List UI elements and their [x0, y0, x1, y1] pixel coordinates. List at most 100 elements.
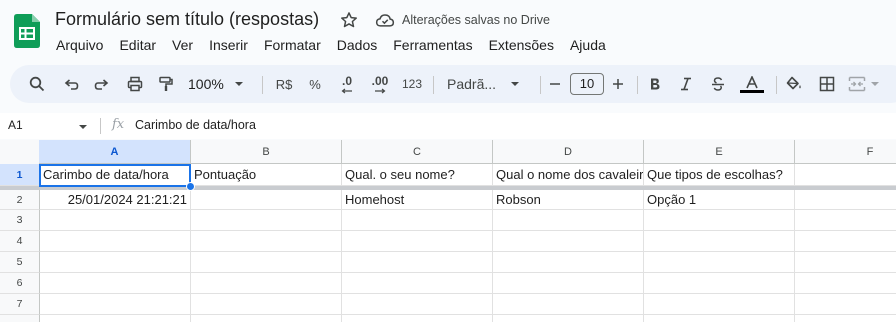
row-header-4[interactable]: 4: [0, 231, 40, 252]
cell-f7[interactable]: [795, 294, 896, 315]
fill-handle[interactable]: [186, 182, 195, 191]
column-header-a[interactable]: A: [39, 140, 191, 164]
cell-d6[interactable]: [493, 273, 644, 294]
cell-c5[interactable]: [342, 252, 493, 273]
cell-d7[interactable]: [493, 294, 644, 315]
cell-c8[interactable]: [342, 315, 493, 322]
cell-b4[interactable]: [191, 231, 342, 252]
cell-d1[interactable]: Qual o nome dos cavaleiros: [493, 164, 644, 186]
cell-f4[interactable]: [795, 231, 896, 252]
cell-a5[interactable]: [40, 252, 191, 273]
cell-e4[interactable]: [644, 231, 795, 252]
cell-e3[interactable]: [644, 210, 795, 231]
menu-dados[interactable]: Dados: [329, 35, 385, 57]
cell-c6[interactable]: [342, 273, 493, 294]
cell-b1[interactable]: Pontuação: [191, 164, 342, 186]
row-header-1[interactable]: 1: [0, 164, 40, 186]
cell-f5[interactable]: [795, 252, 896, 273]
cell-c1[interactable]: Qual. o seu nome?: [342, 164, 493, 186]
cell-d4[interactable]: [493, 231, 644, 252]
menu-extensoes[interactable]: Extensões: [481, 35, 562, 57]
cell-e2[interactable]: Opção 1: [644, 190, 795, 210]
menu-inserir[interactable]: Inserir: [201, 35, 256, 57]
cell-a3[interactable]: [40, 210, 191, 231]
star-icon[interactable]: [339, 10, 359, 30]
column-header-d[interactable]: D: [493, 140, 644, 164]
cell-a6[interactable]: [40, 273, 191, 294]
cell-f3[interactable]: [795, 210, 896, 231]
chevron-down-icon[interactable]: [78, 122, 88, 132]
bold-button[interactable]: [645, 65, 665, 103]
decrease-font-size-button[interactable]: [546, 65, 564, 103]
cell-e5[interactable]: [644, 252, 795, 273]
undo-button[interactable]: [60, 65, 82, 103]
document-title[interactable]: Formulário sem título (respostas): [55, 9, 319, 30]
cell-f1[interactable]: [795, 164, 896, 186]
cell-a4[interactable]: [40, 231, 191, 252]
google-sheets-logo-icon[interactable]: [14, 14, 40, 48]
cell-c2[interactable]: Homehost: [342, 190, 493, 210]
cell-e1[interactable]: Que tipos de escolhas?: [644, 164, 795, 186]
number-format-button[interactable]: 123: [400, 65, 424, 103]
print-button[interactable]: [124, 65, 146, 103]
currency-format-button[interactable]: R$: [272, 65, 296, 103]
cell-e8[interactable]: [644, 315, 795, 322]
save-status[interactable]: Alterações salvas no Drive: [402, 13, 550, 27]
menu-ajuda[interactable]: Ajuda: [562, 35, 614, 57]
cell-a2[interactable]: 25/01/2024 21:21:21: [40, 190, 191, 210]
menu-ferramentas[interactable]: Ferramentas: [385, 35, 480, 57]
cell-d2[interactable]: Robson: [493, 190, 644, 210]
zoom-select[interactable]: 100%: [188, 65, 258, 103]
cell-c3[interactable]: [342, 210, 493, 231]
cell-d8[interactable]: [493, 315, 644, 322]
column-header-f[interactable]: F: [795, 140, 896, 164]
fill-color-button[interactable]: [783, 65, 805, 103]
row-header-8[interactable]: [0, 315, 40, 322]
italic-button[interactable]: [676, 65, 696, 103]
row-header-6[interactable]: 6: [0, 273, 40, 294]
menu-formatar[interactable]: Formatar: [256, 35, 329, 57]
cell-e7[interactable]: [644, 294, 795, 315]
strikethrough-button[interactable]: [708, 65, 728, 103]
cell-a1[interactable]: Carimbo de data/hora: [40, 164, 191, 186]
font-family-select[interactable]: Padrã...: [447, 65, 525, 103]
cell-b6[interactable]: [191, 273, 342, 294]
cell-c7[interactable]: [342, 294, 493, 315]
column-header-b[interactable]: B: [191, 140, 342, 164]
borders-button[interactable]: [816, 65, 838, 103]
search-menus-button[interactable]: [26, 65, 48, 103]
merge-cells-button[interactable]: [848, 65, 886, 103]
cell-a8[interactable]: [40, 315, 191, 322]
name-box[interactable]: A1: [8, 118, 23, 132]
column-header-e[interactable]: E: [644, 140, 795, 164]
cell-c4[interactable]: [342, 231, 493, 252]
formula-input[interactable]: Carimbo de data/hora: [135, 118, 256, 132]
cell-b2[interactable]: [191, 190, 342, 210]
percent-format-button[interactable]: %: [305, 65, 325, 103]
decrease-decimals-button[interactable]: .0: [335, 65, 359, 103]
font-size-input[interactable]: 10: [570, 73, 604, 95]
cell-f2[interactable]: [795, 190, 896, 210]
cell-b3[interactable]: [191, 210, 342, 231]
increase-font-size-button[interactable]: [609, 65, 627, 103]
paint-format-button[interactable]: [155, 65, 177, 103]
increase-decimals-button[interactable]: .00: [366, 65, 394, 103]
cell-b8[interactable]: [191, 315, 342, 322]
menu-editar[interactable]: Editar: [111, 35, 164, 57]
cell-d5[interactable]: [493, 252, 644, 273]
text-color-button[interactable]: [739, 65, 765, 103]
cell-d3[interactable]: [493, 210, 644, 231]
cloud-saved-icon[interactable]: [375, 11, 395, 29]
menu-arquivo[interactable]: Arquivo: [48, 35, 111, 57]
cell-f6[interactable]: [795, 273, 896, 294]
row-header-2[interactable]: 2: [0, 190, 40, 210]
menu-ver[interactable]: Ver: [164, 35, 201, 57]
redo-button[interactable]: [91, 65, 113, 103]
cell-a7[interactable]: [40, 294, 191, 315]
column-header-c[interactable]: C: [342, 140, 493, 164]
cell-e6[interactable]: [644, 273, 795, 294]
cell-b7[interactable]: [191, 294, 342, 315]
row-header-3[interactable]: 3: [0, 210, 40, 231]
cell-f8[interactable]: [795, 315, 896, 322]
row-header-7[interactable]: 7: [0, 294, 40, 315]
